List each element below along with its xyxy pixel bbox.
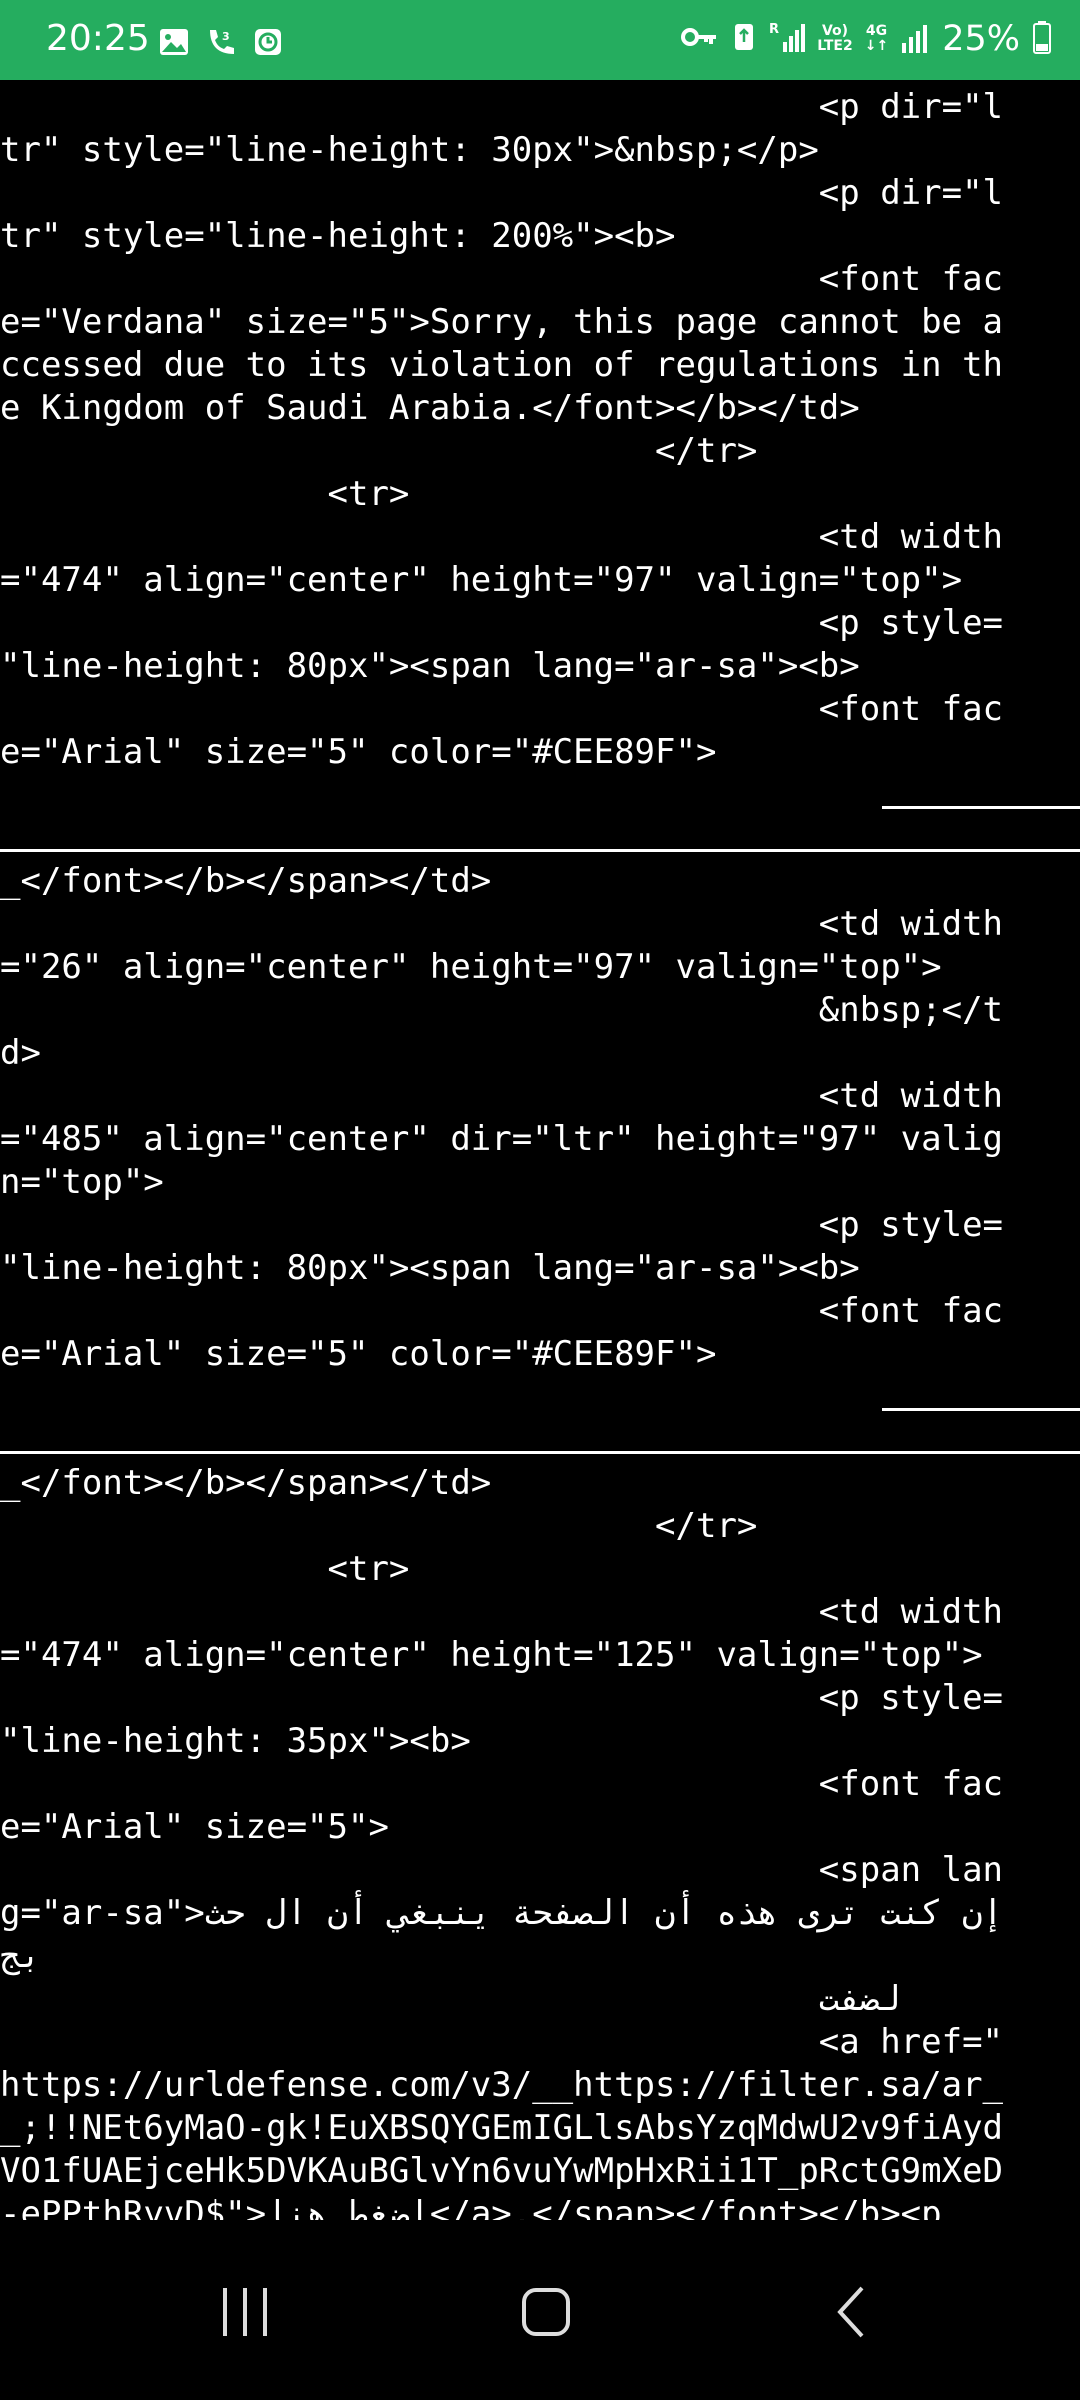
gallery-icon xyxy=(158,26,190,60)
svg-text:R: R xyxy=(769,22,779,37)
source-line: tr" style="line-height: 200%"><b> xyxy=(0,216,676,256)
underscore-line xyxy=(0,1451,1080,1454)
source-line: ="26" align="center" height="97" valign=… xyxy=(0,947,942,987)
underscore-line xyxy=(882,1408,1080,1411)
source-line: <font fac xyxy=(0,1764,1004,1804)
source-line: <p style= xyxy=(0,603,1004,643)
missed-call-icon: 3 xyxy=(204,26,238,60)
source-line: "line-height: 35px"><b> xyxy=(0,1721,471,1761)
status-time: 20:25 xyxy=(46,18,150,59)
vpn-key-icon xyxy=(681,24,719,54)
recycle-icon xyxy=(731,20,757,58)
source-line: <tr> xyxy=(0,474,410,514)
source-line: _;!!NEt6yMaO-gk!EuXBSQYGEmIGLlsAbsYzqMdw… xyxy=(0,2108,1004,2148)
signal-icon xyxy=(900,21,930,57)
source-line: ="485" align="center" dir="ltr" height="… xyxy=(0,1119,1004,1159)
source-line: "line-height: 80px"><span lang="ar-sa"><… xyxy=(0,646,860,686)
source-line: "line-height: 80px"><span lang="ar-sa"><… xyxy=(0,1248,860,1288)
source-line: <td width xyxy=(0,904,1004,944)
volte-icon: Vo) LTE2 xyxy=(817,23,853,54)
timer-icon xyxy=(252,26,284,60)
source-line: </tr> xyxy=(0,431,758,471)
source-line: e="Verdana" size="5">Sorry, this page ca… xyxy=(0,302,1004,342)
source-line: ccessed due to its violation of regulati… xyxy=(0,345,1004,385)
underscore-line xyxy=(0,849,1080,852)
source-line: e="Arial" size="5"> xyxy=(0,1807,389,1847)
navigation-bar xyxy=(0,2228,1080,2400)
source-line: e Kingdom of Saudi Arabia.</font></b></t… xyxy=(0,388,860,428)
source-line: <font fac xyxy=(0,1291,1004,1331)
source-line: <a href=" xyxy=(0,2022,1004,2062)
battery-percent: 25% xyxy=(942,19,1020,59)
source-line: لضفت xyxy=(0,1979,901,2019)
source-line: <span lan xyxy=(0,1850,1004,1890)
source-line: tr" style="line-height: 30px">&nbsp;</p> xyxy=(0,130,819,170)
status-bar: 20:25 3 R Vo) LTE2 4G ↓↑ 25% xyxy=(0,0,1080,80)
source-line: _</font></b></span></td> xyxy=(0,1463,492,1503)
source-line: <td width xyxy=(0,1076,1004,1116)
underscore-line xyxy=(882,806,1080,809)
source-line: <p dir="l xyxy=(0,173,1004,213)
source-line: ="474" align="center" height="97" valign… xyxy=(0,560,963,600)
source-line: VO1fUAEjceHk5DVKAuBGlvYn6vuYwMpHxRii1T_p… xyxy=(0,2151,1004,2191)
svg-text:3: 3 xyxy=(222,30,230,43)
source-line: <p dir="l xyxy=(0,87,1004,127)
source-line: https://urldefense.com/v3/__https://filt… xyxy=(0,2065,1004,2105)
4g-icon: 4G ↓↑ xyxy=(864,23,889,54)
source-line: <p style= xyxy=(0,1678,1004,1718)
source-line: n="top"> xyxy=(0,1162,164,1202)
signal-r-icon: R xyxy=(769,20,806,58)
source-line: <font fac xyxy=(0,259,1004,299)
source-line: &nbsp;</t xyxy=(0,990,1004,1030)
source-line: <tr> xyxy=(0,1549,410,1589)
source-line: <p style= xyxy=(0,1205,1004,1245)
home-button[interactable] xyxy=(496,2274,596,2354)
source-line: بج xyxy=(0,1936,41,1976)
home-icon xyxy=(518,2284,574,2344)
recents-icon xyxy=(215,2286,275,2342)
source-line: <td width xyxy=(0,517,1004,557)
status-right-icons: R Vo) LTE2 4G ↓↑ 25% xyxy=(681,14,1052,64)
source-code-view[interactable]: <p dir="l tr" style="line-height: 30px">&… xyxy=(0,86,1080,2220)
source-line: g="ar-sa">إن كنت ترى هذه أن الصفحة ينبغي… xyxy=(0,1893,1004,1933)
source-line: <font fac xyxy=(0,689,1004,729)
battery-icon xyxy=(1032,20,1052,58)
source-line: d> xyxy=(0,1033,41,1073)
back-button[interactable] xyxy=(800,2274,900,2354)
back-icon xyxy=(830,2282,870,2346)
status-left-icons: 3 xyxy=(158,26,284,60)
recents-button[interactable] xyxy=(195,2274,295,2354)
source-line: _</font></b></span></td> xyxy=(0,861,492,901)
source-line: -ePPthRyvD$">اضغط هنا</a>.</span></font>… xyxy=(0,2194,942,2220)
source-line: e="Arial" size="5" color="#CEE89F"> xyxy=(0,732,717,772)
source-line: </tr> xyxy=(0,1506,758,1546)
source-line: ="474" align="center" height="125" valig… xyxy=(0,1635,983,1675)
source-line: <td width xyxy=(0,1592,1004,1632)
source-line: e="Arial" size="5" color="#CEE89F"> xyxy=(0,1334,717,1374)
